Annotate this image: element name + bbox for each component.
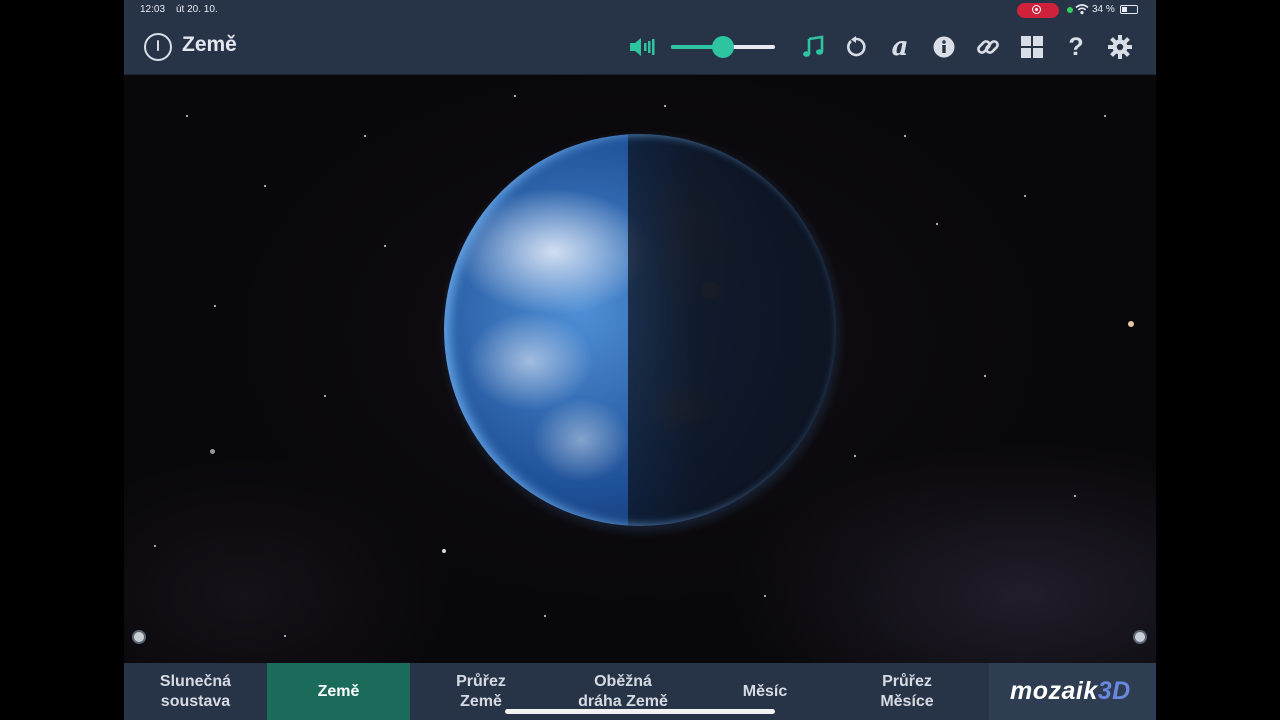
tab-prurez-mesice[interactable]: Průřez Měsíce <box>836 663 978 720</box>
mozaik3d-logo: mozaik3D <box>989 663 1156 720</box>
music-note-icon[interactable] <box>798 32 828 62</box>
star <box>904 135 906 137</box>
star <box>544 615 546 617</box>
home-indicator[interactable] <box>505 709 775 714</box>
star <box>764 595 766 597</box>
speaker-icon[interactable] <box>626 32 656 62</box>
star <box>1104 115 1106 117</box>
volume-thumb[interactable] <box>712 36 734 58</box>
status-date: út 20. 10. <box>176 4 218 15</box>
star <box>1024 195 1026 197</box>
link-icon[interactable] <box>973 32 1003 62</box>
star <box>936 223 938 225</box>
info-icon[interactable] <box>929 32 959 62</box>
wifi-icon <box>1075 4 1089 15</box>
screen-recording-icon[interactable] <box>1017 3 1059 18</box>
right-panel-handle[interactable] <box>1133 630 1147 644</box>
tab-zeme[interactable]: Země <box>267 663 410 720</box>
star <box>1128 321 1134 327</box>
volume-slider[interactable] <box>671 36 775 58</box>
rotate-icon[interactable] <box>841 32 871 62</box>
star <box>514 95 516 97</box>
earth-3d-scene[interactable] <box>124 75 1156 663</box>
star <box>664 105 666 107</box>
status-time: 12:03 <box>140 4 166 15</box>
star <box>154 545 156 547</box>
earth-globe[interactable] <box>444 134 836 526</box>
star <box>984 375 986 377</box>
star <box>186 115 188 117</box>
left-panel-handle[interactable] <box>132 630 146 644</box>
star <box>324 395 326 397</box>
star <box>264 185 266 187</box>
star <box>1074 495 1076 497</box>
star <box>284 635 286 637</box>
star <box>210 449 215 454</box>
question-icon[interactable]: ? <box>1061 32 1091 62</box>
power-icon[interactable] <box>144 33 172 61</box>
star <box>384 245 386 247</box>
battery-percent: 34 % <box>1092 4 1115 15</box>
gear-icon[interactable] <box>1105 32 1135 62</box>
status-bar: 12:03 út 20. 10. 34 % <box>124 0 1156 20</box>
star <box>214 305 216 307</box>
star <box>854 455 856 457</box>
star <box>442 549 446 553</box>
letter-a-icon[interactable]: a <box>885 32 915 62</box>
grid-icon[interactable] <box>1017 32 1047 62</box>
tab-slunecna-soustava[interactable]: Slunečná soustava <box>124 663 267 720</box>
star <box>364 135 366 137</box>
camera-indicator-icon <box>1067 7 1073 13</box>
battery-icon <box>1120 5 1138 14</box>
app-toolbar: Země a ? <box>124 20 1156 75</box>
page-title: Země <box>182 33 237 56</box>
